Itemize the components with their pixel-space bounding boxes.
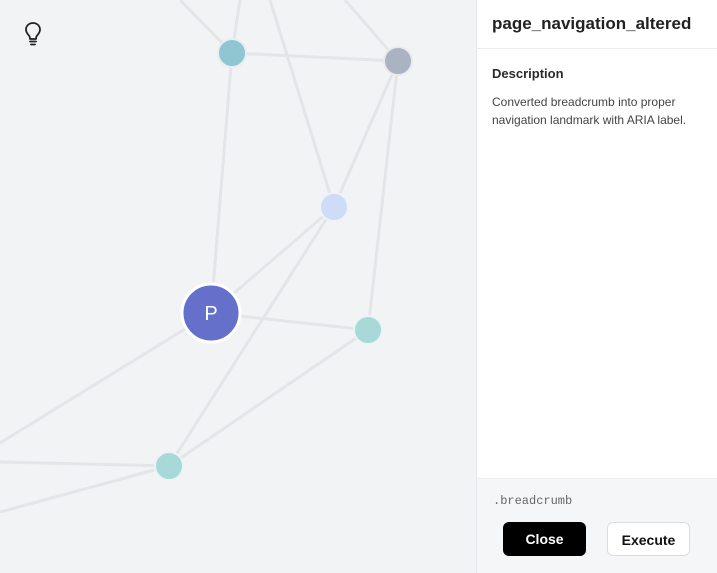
panel-header: page_navigation_altered xyxy=(477,0,717,49)
graph-edge xyxy=(168,328,369,468)
graph-node[interactable] xyxy=(154,451,184,481)
focus-node[interactable]: P xyxy=(180,282,242,344)
graph-svg: P xyxy=(0,0,413,514)
graph-edges xyxy=(0,0,400,514)
graph-node[interactable] xyxy=(319,192,349,222)
focus-node-label: P xyxy=(204,303,217,325)
graph-node[interactable] xyxy=(353,315,383,345)
selector-text: .breadcrumb xyxy=(493,494,573,508)
hint-button[interactable] xyxy=(20,20,46,48)
panel-title: page_navigation_altered xyxy=(492,14,692,33)
details-panel: page_navigation_altered Description Conv… xyxy=(476,0,717,573)
execute-button[interactable]: Execute xyxy=(607,522,690,556)
graph-edge xyxy=(268,0,336,208)
description-heading: Description xyxy=(492,66,564,81)
graph-nodes: P xyxy=(154,38,413,481)
graph-node[interactable] xyxy=(217,38,247,68)
graph-edge xyxy=(0,311,212,445)
graph-edge xyxy=(0,464,170,514)
graph-edge xyxy=(366,60,400,331)
close-button[interactable]: Close xyxy=(503,522,586,556)
description-text: Converted breadcrumb into proper navigat… xyxy=(492,95,687,127)
graph-canvas[interactable]: P xyxy=(0,0,476,573)
graph-edge xyxy=(0,460,170,468)
graph-edge xyxy=(209,52,234,314)
lightbulb-icon xyxy=(25,22,41,46)
graph-node[interactable] xyxy=(383,46,413,76)
panel-body: Description Converted breadcrumb into pr… xyxy=(477,49,717,129)
graph-edge xyxy=(231,51,399,63)
panel-footer: .breadcrumb Close Execute xyxy=(477,478,717,573)
